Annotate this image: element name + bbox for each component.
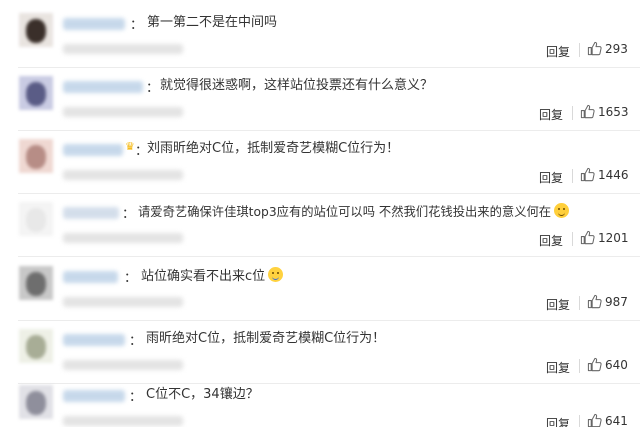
like-button[interactable]: 1653 [580, 104, 629, 119]
like-count: 641 [605, 413, 628, 427]
comment-item: ： 第一第二不是在中间吗 回复 293 [0, 3, 640, 68]
reply-button[interactable]: 回复 [546, 43, 570, 60]
colon-separator: ： [124, 271, 138, 286]
reply-button[interactable]: 回复 [539, 232, 563, 249]
username-blurred[interactable] [63, 81, 143, 93]
divider [572, 169, 573, 183]
comment-text-body: 请爱奇艺确保许佳琪top3应有的站位可以吗 不然我们花钱投出来的意义何在 [138, 205, 552, 219]
comment-text: 请爱奇艺确保许佳琪top3应有的站位可以吗 不然我们花钱投出来的意义何在 [138, 203, 570, 221]
divider [572, 106, 573, 120]
reply-button[interactable]: 回复 [539, 169, 563, 186]
comment-text: 就觉得很迷惑啊，这样站位投票还有什么意义？ [160, 78, 434, 93]
thumbs-up-icon [580, 167, 595, 182]
reply-button[interactable]: 回复 [546, 359, 570, 376]
reply-button[interactable]: 回复 [546, 296, 570, 313]
colon-separator: ： [129, 390, 143, 405]
comment-item: ♛ ： 刘雨昕绝对C位，抵制爱奇艺模糊C位行为！ 回复 1446 [0, 129, 640, 194]
thumbs-up-icon [580, 230, 595, 245]
reply-button[interactable]: 回复 [546, 415, 570, 427]
avatar-face [26, 19, 46, 43]
username-blurred[interactable] [63, 334, 125, 346]
comment-item: ： 站位确实看不出来c位 回复 987 [0, 256, 640, 321]
thumbs-up-icon [580, 104, 595, 119]
comment-text: 雨昕绝对C位，抵制爱奇艺模糊C位行为！ [146, 331, 386, 346]
avatar[interactable] [19, 139, 53, 173]
avatar-face [26, 335, 46, 359]
like-button[interactable]: 1446 [580, 167, 629, 182]
like-count: 1201 [598, 230, 629, 245]
like-count: 1653 [598, 104, 629, 119]
like-button[interactable]: 641 [587, 413, 628, 427]
tear-laugh-emoji-icon [268, 267, 284, 282]
avatar[interactable] [19, 76, 53, 110]
like-button[interactable]: 1201 [580, 230, 629, 245]
username-blurred[interactable] [63, 390, 125, 402]
thumbs-up-icon [587, 294, 602, 309]
divider [572, 232, 573, 246]
like-button[interactable]: 987 [587, 294, 628, 309]
like-button[interactable]: 293 [587, 41, 628, 56]
comment-item: ： C位不C，34镶边？ 回复 641 [0, 375, 640, 427]
avatar[interactable] [19, 202, 53, 236]
like-count: 1446 [598, 167, 629, 182]
avatar-face [26, 272, 46, 296]
username-blurred[interactable] [63, 207, 119, 219]
comment-text: 第一第二不是在中间吗 [147, 15, 278, 30]
comment-meta-blurred [63, 233, 183, 243]
like-count: 640 [605, 357, 628, 372]
colon-separator: ： [146, 81, 160, 96]
comment-item: ： 请爱奇艺确保许佳琪top3应有的站位可以吗 不然我们花钱投出来的意义何在 回… [0, 192, 640, 257]
comment-text: C位不C，34镶边？ [146, 387, 259, 402]
divider [579, 43, 580, 57]
like-count: 293 [605, 41, 628, 56]
colon-separator: ： [129, 334, 143, 349]
comment-text-body: 站位确实看不出来c位 [141, 269, 266, 284]
comment-text: 站位确实看不出来c位 [141, 267, 284, 286]
comment-meta-blurred [63, 416, 183, 426]
thumbs-up-icon [587, 41, 602, 56]
thumbs-up-icon [587, 413, 602, 427]
smile-emoji-icon [554, 203, 570, 218]
comment-item: ： 雨昕绝对C位，抵制爱奇艺模糊C位行为！ 回复 640 [0, 319, 640, 384]
comment-item: ： 就觉得很迷惑啊，这样站位投票还有什么意义？ 回复 1653 [0, 66, 640, 131]
avatar[interactable] [19, 13, 53, 47]
comment-meta-blurred [63, 107, 183, 117]
avatar-face [26, 145, 46, 169]
username-blurred[interactable] [63, 18, 125, 30]
avatar-face [26, 391, 46, 415]
avatar[interactable] [19, 385, 53, 419]
avatar[interactable] [19, 266, 53, 300]
divider [579, 359, 580, 373]
comment-feed: ： 第一第二不是在中间吗 回复 293 ： 就觉得很迷惑啊，这样站位投票还有什么… [0, 0, 640, 427]
avatar-face [26, 208, 46, 232]
thumbs-up-icon [587, 357, 602, 372]
comment-meta-blurred [63, 360, 183, 370]
colon-separator: ： [122, 207, 136, 222]
username-blurred[interactable] [63, 271, 118, 283]
divider [579, 296, 580, 310]
colon-separator: ： [130, 18, 144, 33]
reply-button[interactable]: 回复 [539, 106, 563, 123]
divider [579, 415, 580, 427]
avatar[interactable] [19, 329, 53, 363]
comment-text: 刘雨昕绝对C位，抵制爱奇艺模糊C位行为！ [147, 141, 400, 156]
comment-meta-blurred [63, 297, 183, 307]
avatar-face [26, 82, 46, 106]
like-count: 987 [605, 294, 628, 309]
username-blurred[interactable] [63, 144, 123, 156]
comment-meta-blurred [63, 170, 183, 180]
like-button[interactable]: 640 [587, 357, 628, 372]
comment-meta-blurred [63, 44, 183, 54]
